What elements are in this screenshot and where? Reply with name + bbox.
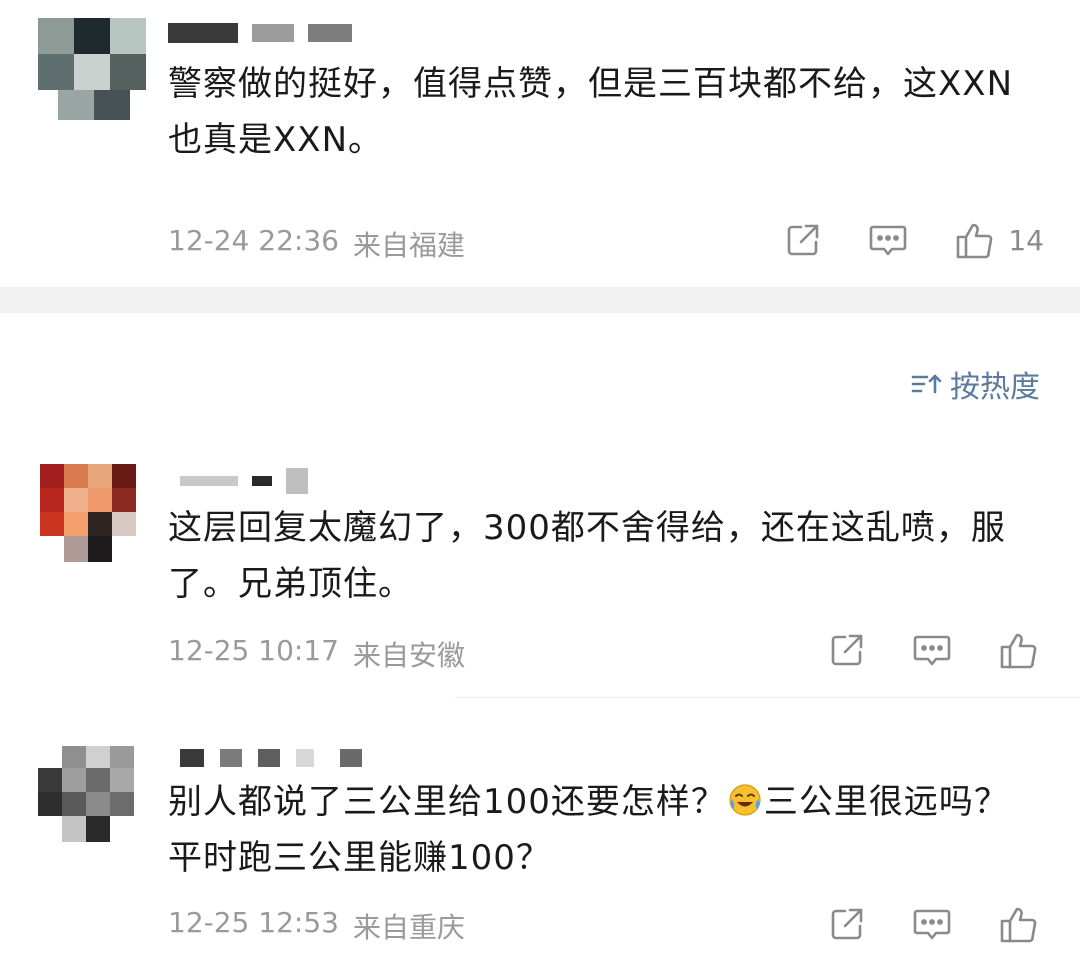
comment-actions: 14: [784, 220, 1044, 260]
thumbs-up-icon: [957, 223, 993, 259]
thumbs-up-icon: [1000, 907, 1037, 943]
laughing-crying-emoji: [729, 784, 761, 816]
comment-text: 这层回复太魔幻了，300都不舍得给，还在这乱喷，服了。兄弟顶住。: [168, 508, 1006, 604]
comment-icon: [913, 909, 951, 940]
comment-meta: 12-25 10:17 来自安徽: [168, 634, 465, 674]
share-icon: [788, 224, 819, 256]
comment-actions: [828, 630, 1040, 670]
username-redacted[interactable]: [180, 468, 308, 494]
comment-time: 12-25 12:53: [168, 906, 339, 939]
like-button[interactable]: [998, 630, 1040, 670]
comment-location: 来自安徽: [352, 639, 465, 672]
username-redacted[interactable]: [180, 747, 362, 769]
share-button[interactable]: [784, 221, 822, 259]
comment-item: 别人都说了三公里给100还要怎样？ 三公里很远吗？平时跑三公里能赚100？ 12…: [0, 700, 1080, 970]
avatar[interactable]: [38, 18, 148, 128]
reply-divider: [455, 697, 1080, 698]
like-button[interactable]: 14: [954, 220, 1044, 260]
comment-location: 来自福建: [352, 229, 465, 262]
share-icon: [831, 908, 863, 940]
like-button[interactable]: [998, 904, 1040, 944]
comment-location: 来自重庆: [352, 911, 465, 944]
like-count: 14: [1008, 223, 1044, 257]
sort-icon: [911, 374, 942, 394]
username-redacted[interactable]: [168, 22, 352, 44]
share-button[interactable]: [828, 905, 866, 943]
comment-text: 别人都说了三公里给100还要怎样？ 三公里很远吗？平时跑三公里能赚100？: [168, 774, 1028, 886]
comment-meta: 12-24 22:36 来自福建: [168, 224, 465, 264]
comment-text-part: 别人都说了三公里给100还要怎样？: [168, 782, 726, 822]
comment-feed: 警察做的挺好，值得点赞，但是三百块都不给，这XXN也真是XXN。 12-24 2…: [0, 0, 1080, 970]
comment-icon: [870, 225, 907, 256]
comment-meta: 12-25 12:53 来自重庆: [168, 906, 465, 946]
comment-actions: [828, 904, 1040, 944]
avatar[interactable]: [38, 746, 148, 856]
comment-button[interactable]: [912, 905, 952, 943]
comment-item: 这层回复太魔幻了，300都不舍得给，还在这乱喷，服了。兄弟顶住。 12-25 1…: [0, 440, 1080, 700]
comment-button[interactable]: [868, 221, 908, 259]
share-button[interactable]: [828, 631, 866, 669]
avatar[interactable]: [32, 464, 142, 574]
thumbs-up-icon: [1000, 633, 1037, 669]
comment-text: 警察做的挺好，值得点赞，但是三百块都不给，这XXN也真是XXN。: [168, 64, 1014, 160]
comment-time: 12-25 10:17: [168, 634, 339, 667]
comment-button[interactable]: [912, 631, 952, 669]
sort-by-hot-button[interactable]: 按热度: [910, 362, 1040, 406]
sort-label: 按热度: [950, 370, 1040, 405]
share-icon: [831, 634, 863, 666]
comment-time: 12-24 22:36: [168, 224, 339, 257]
comment-item: 警察做的挺好，值得点赞，但是三百块都不给，这XXN也真是XXN。 12-24 2…: [0, 0, 1080, 287]
section-divider: [0, 287, 1080, 313]
comment-icon: [913, 635, 951, 666]
